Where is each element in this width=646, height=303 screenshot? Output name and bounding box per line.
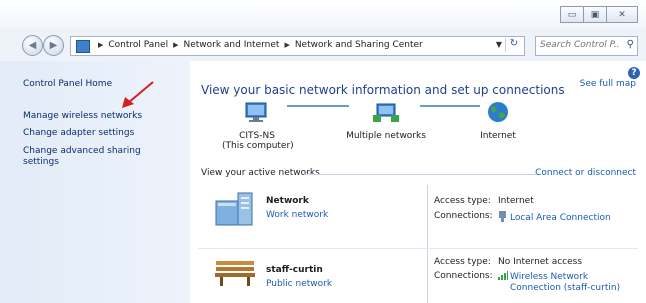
computer-name: CITS-NS <box>239 131 275 141</box>
access-type-label: Access type: <box>434 257 491 267</box>
network-icon <box>373 103 399 122</box>
internet-node[interactable]: Internet <box>468 101 528 141</box>
access-type-value: No Internet access <box>498 257 583 267</box>
refresh-icon[interactable]: ↻ <box>505 38 522 52</box>
maximize-button[interactable]: ▣ <box>583 6 607 23</box>
caption-buttons: ▭ ▣ ✕ <box>560 6 638 23</box>
wireless-network-connection-link-line2[interactable]: Connection (staff-curtin) <box>510 283 620 293</box>
forward-button[interactable]: ▶ <box>43 35 64 56</box>
local-area-connection-link[interactable]: Local Area Connection <box>510 213 611 223</box>
address-row: ◀ ▶ ▶ Control Panel ▶ Network and Internet ▶… <box>0 31 646 61</box>
search-input[interactable] <box>536 37 620 53</box>
access-type-value: Internet <box>498 196 534 206</box>
chevron-down-icon[interactable]: ▼ <box>496 40 502 49</box>
this-computer-node[interactable]: CITS-NS (This computer) <box>222 101 294 151</box>
annotation-arrow-icon <box>122 81 154 108</box>
breadcrumb-control-panel[interactable]: Control Panel <box>108 40 168 50</box>
breadcrumb: ▶ Control Panel ▶ Network and Internet ▶ Netw… <box>93 40 423 50</box>
wireless-signal-icon <box>498 271 508 280</box>
network-name: staff-curtin <box>266 265 323 275</box>
breadcrumb-network-and-internet[interactable]: Network and Internet <box>183 40 279 50</box>
control-panel-window: ▭ ▣ ✕ ◀ ▶ ▶ Control Panel ▶ Network and Int… <box>0 0 646 303</box>
search-icon[interactable]: ⚲ <box>627 39 634 50</box>
connection-entry: Wireless Network <box>498 271 588 282</box>
help-icon[interactable]: ? <box>628 67 640 79</box>
multiple-networks-node[interactable]: Multiple networks <box>341 101 431 141</box>
breadcrumb-separator-icon[interactable]: ▶ <box>284 41 289 49</box>
map-connector <box>287 105 349 107</box>
divider <box>198 248 638 249</box>
close-button[interactable]: ✕ <box>606 6 638 23</box>
connection-entry: Local Area Connection <box>498 211 611 223</box>
computer-sub-label: (This computer) <box>222 141 294 151</box>
change-advanced-sharing-settings-link[interactable]: Change advanced sharing settings <box>23 146 163 168</box>
back-button[interactable]: ◀ <box>22 35 43 56</box>
title-bar: ▭ ▣ ✕ <box>0 0 646 28</box>
address-bar[interactable]: ▶ Control Panel ▶ Network and Internet ▶ Netw… <box>70 36 525 56</box>
globe-icon <box>488 102 508 122</box>
internet-label: Internet <box>480 131 516 141</box>
minimize-button[interactable]: ▭ <box>560 6 584 23</box>
connect-or-disconnect-link[interactable]: Connect or disconnect <box>535 168 636 178</box>
ethernet-icon <box>499 211 506 222</box>
page-title: View your basic network information and … <box>201 83 565 97</box>
see-full-map-link[interactable]: See full map <box>580 79 636 89</box>
computer-icon <box>245 102 267 122</box>
search-box[interactable]: ⚲ <box>535 36 638 56</box>
multiple-networks-label: Multiple networks <box>346 131 426 141</box>
task-pane: Control Panel Home Manage wireless netwo… <box>0 61 190 303</box>
connections-label: Connections: <box>434 211 493 221</box>
access-type-label: Access type: <box>434 196 491 206</box>
main-pane: ? View your basic network information an… <box>190 61 646 303</box>
breadcrumb-separator-icon[interactable]: ▶ <box>173 41 178 49</box>
work-network-icon[interactable] <box>214 191 254 227</box>
divider <box>427 185 428 303</box>
breadcrumb-network-and-sharing-center[interactable]: Network and Sharing Center <box>295 40 423 50</box>
divider <box>304 174 536 175</box>
network-category-link[interactable]: Public network <box>266 279 332 289</box>
network-name: Network <box>266 196 309 206</box>
control-panel-icon <box>76 40 90 53</box>
network-category-link[interactable]: Work network <box>266 210 328 220</box>
breadcrumb-separator-icon[interactable]: ▶ <box>98 41 103 49</box>
manage-wireless-networks-link[interactable]: Manage wireless networks <box>23 111 142 121</box>
change-adapter-settings-link[interactable]: Change adapter settings <box>23 128 134 138</box>
active-networks-title: View your active networks <box>201 168 320 178</box>
public-network-bench-icon[interactable] <box>214 257 256 287</box>
control-panel-home-link[interactable]: Control Panel Home <box>23 79 112 89</box>
wireless-network-connection-link[interactable]: Wireless Network <box>510 272 588 282</box>
connections-label: Connections: <box>434 271 493 281</box>
